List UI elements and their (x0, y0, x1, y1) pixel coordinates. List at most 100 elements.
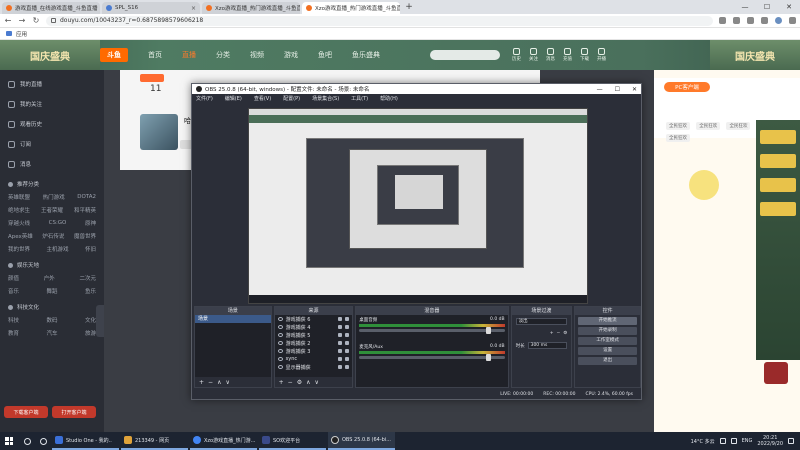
category-link[interactable]: CS:GO (49, 220, 67, 226)
category-link[interactable]: 主机游戏 (46, 245, 68, 253)
sidepanel-icon[interactable] (761, 17, 768, 24)
lock-icon[interactable] (51, 18, 56, 23)
category-link[interactable]: 怀旧 (85, 245, 96, 253)
category-link[interactable]: 颜值 (8, 274, 19, 282)
category-link[interactable]: 数码 (46, 316, 57, 324)
visibility-icon[interactable] (338, 325, 343, 329)
category-link[interactable]: 王者荣耀 (41, 206, 63, 214)
download-button[interactable]: 下载 (580, 48, 589, 62)
reload-icon[interactable]: ↻ (32, 16, 40, 25)
studio-mode-button[interactable]: 工作室模式 (578, 337, 637, 345)
recharge-button[interactable]: 充值 (563, 48, 572, 62)
obs-titlebar[interactable]: OBS 25.0.8 (64-bit, windows) - 配置文件: 未命名… (192, 84, 641, 94)
minimize-button[interactable]: — (734, 3, 756, 11)
add-icon[interactable]: + (279, 379, 284, 386)
visibility-icon[interactable] (338, 365, 343, 369)
obs-preview[interactable] (248, 108, 588, 304)
category-link[interactable]: 鱼乐 (85, 287, 96, 295)
obs-close-button[interactable]: ✕ (632, 86, 637, 93)
sidebar-item-subscribe[interactable]: 订阅 (0, 134, 104, 154)
menu-scene-collection[interactable]: 场景集合(S) (312, 95, 339, 102)
festival-banner-right[interactable]: 国庆盛典 (710, 40, 800, 70)
lock-icon[interactable] (345, 349, 350, 353)
category-link[interactable]: 原神 (85, 219, 96, 227)
menu-file[interactable]: 文件(F) (196, 95, 213, 102)
move-up-icon[interactable]: ∧ (306, 379, 310, 386)
scene-item[interactable]: 场景 (195, 315, 271, 323)
monitor-icon[interactable] (277, 365, 283, 369)
eye-icon[interactable] (277, 325, 283, 329)
eye-icon[interactable] (277, 333, 283, 337)
url-bar[interactable]: douyu.com/10043237_r=0.6875898579606218 (46, 15, 713, 26)
back-icon[interactable]: ← (4, 16, 12, 25)
browser-tab[interactable]: SPL_S16 × (102, 2, 200, 14)
eye-icon[interactable] (277, 341, 283, 345)
category-link[interactable]: 热门游戏 (43, 193, 65, 201)
volume-slider[interactable] (359, 354, 505, 361)
gear-icon[interactable]: ⚙ (563, 331, 567, 336)
start-button[interactable] (0, 432, 18, 450)
lock-icon[interactable] (345, 325, 350, 329)
activity-tag[interactable]: 全民狂欢 (726, 122, 751, 130)
add-icon[interactable]: + (199, 379, 204, 386)
input-language[interactable]: ENG (742, 438, 753, 444)
category-link[interactable]: 旅游 (85, 329, 96, 337)
start-broadcast-button[interactable]: 开播 (597, 48, 606, 62)
move-down-icon[interactable]: ∨ (315, 379, 319, 386)
category-link[interactable]: 我的世界 (8, 245, 30, 253)
remove-icon[interactable]: − (556, 331, 560, 336)
taskbar-app[interactable]: SO欢迎平台 (259, 432, 326, 450)
notifications-icon[interactable] (788, 438, 794, 444)
taskbar-app[interactable]: Xzo游戏直播_热门游... (190, 432, 257, 450)
category-link[interactable]: 户外 (44, 274, 55, 282)
source-item[interactable]: 游戏捕获 2 (275, 339, 353, 347)
extensions-icon[interactable] (747, 17, 754, 24)
activity-tag[interactable]: 全民狂欢 (666, 134, 690, 142)
move-down-icon[interactable]: ∨ (225, 379, 229, 386)
sidebar-item-my-live[interactable]: 我的直播 (0, 74, 104, 94)
activity-tag[interactable]: 全民狂欢 (666, 122, 690, 130)
gear-icon[interactable]: ⚙ (297, 379, 302, 386)
source-item[interactable]: sync (275, 355, 353, 363)
follow-list-button[interactable]: 关注 (529, 48, 538, 62)
sidebar-item-history[interactable]: 观看历史 (0, 114, 104, 134)
menu-icon[interactable] (789, 17, 796, 24)
category-link[interactable]: 音乐 (8, 287, 19, 295)
category-link[interactable]: 绝地求生 (8, 206, 30, 214)
volume-icon[interactable] (730, 438, 737, 444)
nav-yuba[interactable]: 鱼吧 (318, 50, 332, 60)
nav-category[interactable]: 分类 (216, 50, 230, 60)
nav-home[interactable]: 首页 (148, 50, 162, 60)
eye-icon[interactable] (277, 317, 283, 321)
new-tab-button[interactable]: + (403, 2, 415, 14)
bookmark-apps[interactable]: 应用 (16, 30, 27, 38)
start-recording-button[interactable]: 开始录制 (578, 327, 637, 335)
share-icon[interactable] (719, 17, 726, 24)
lock-icon[interactable] (345, 341, 350, 345)
search-input[interactable] (430, 50, 500, 60)
transition-select[interactable]: 淡出 (515, 318, 568, 325)
maximize-button[interactable]: ☐ (756, 3, 778, 11)
menu-help[interactable]: 帮助(H) (380, 95, 398, 102)
nav-festival[interactable]: 鱼乐盛典 (352, 50, 380, 60)
task-view-button[interactable] (36, 434, 50, 448)
category-link[interactable]: 穿越火线 (8, 219, 30, 227)
gift-icon[interactable] (764, 362, 788, 384)
weather[interactable]: 14°C 多云 (691, 438, 715, 445)
download-client-button[interactable]: 下载客户端 (4, 406, 48, 418)
pc-client-button[interactable]: PC客户端 (664, 82, 710, 92)
sidebar-item-messages[interactable]: 消息 (0, 154, 104, 174)
lock-icon[interactable] (345, 333, 350, 337)
category-link[interactable]: 文化 (85, 316, 96, 324)
clock[interactable]: 20:21 2022/9/20 (757, 435, 783, 447)
nav-live[interactable]: 直播 (182, 50, 196, 60)
open-client-button[interactable]: 打开客户端 (52, 406, 96, 418)
lock-icon[interactable] (345, 317, 350, 321)
forward-icon[interactable]: → (18, 16, 26, 25)
category-link[interactable]: 二次元 (79, 274, 96, 282)
promo-strip[interactable] (756, 120, 800, 360)
source-item[interactable]: 游戏捕获 4 (275, 323, 353, 331)
nav-video[interactable]: 视频 (250, 50, 264, 60)
visibility-icon[interactable] (338, 317, 343, 321)
category-link[interactable]: 英雄联盟 (8, 193, 30, 201)
